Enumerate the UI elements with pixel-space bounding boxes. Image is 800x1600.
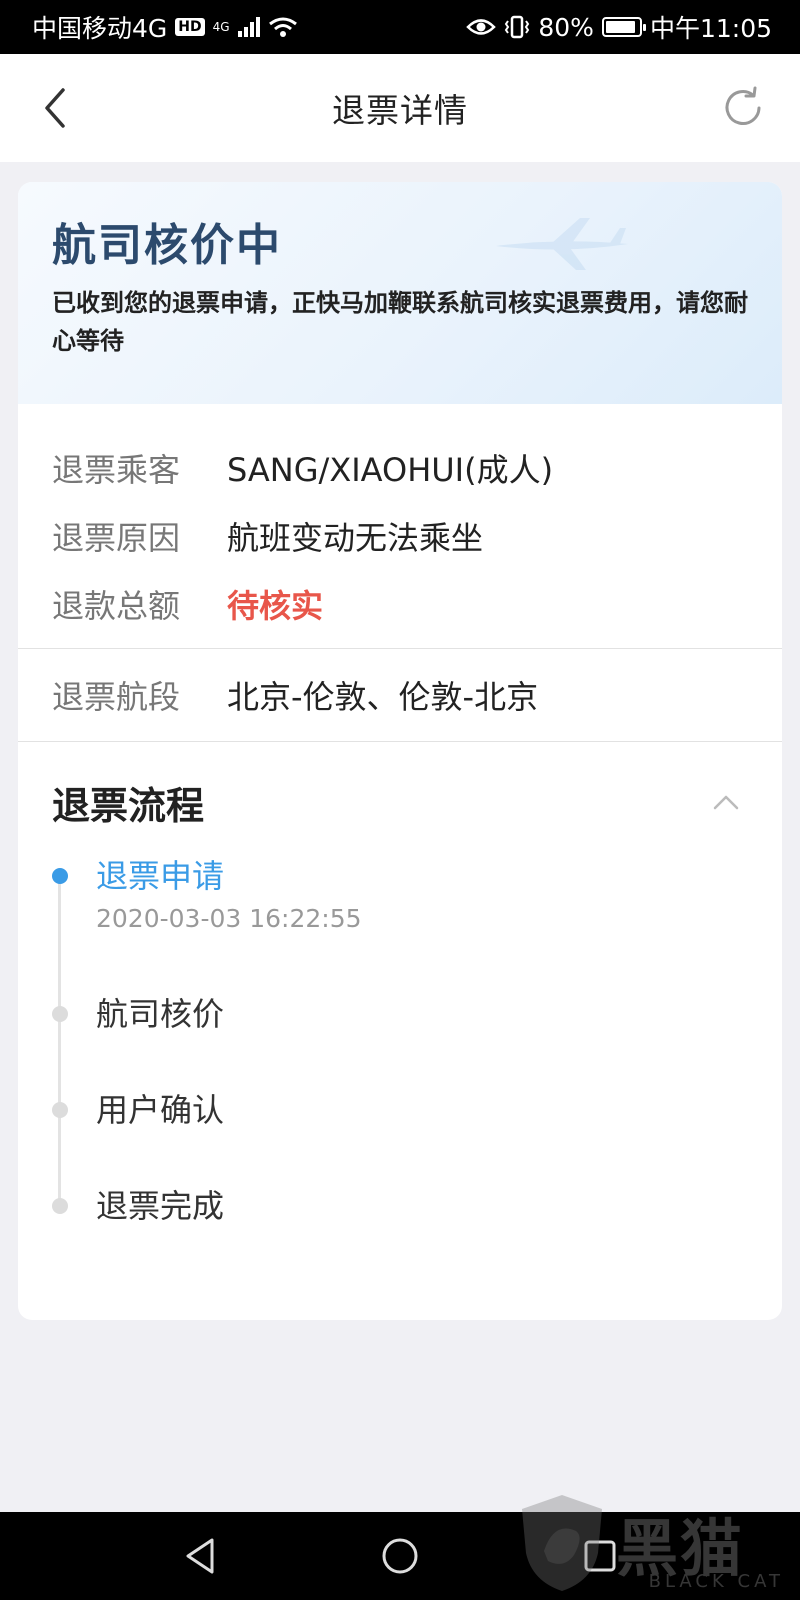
refund-segment: 北京-伦敦、伦敦-北京 (227, 678, 539, 716)
status-bar: 中国移动4G HD 4G 80% 中午11:05 (0, 0, 800, 54)
step-time: 2020-03-03 16:22:55 (96, 904, 362, 933)
refund-timeline: 退票申请 2020-03-03 16:22:55 航司核价 用户确认 退票完成 (18, 854, 782, 1244)
signal-icon (237, 17, 260, 37)
process-title: 退票流程 (52, 783, 205, 828)
segment-section: 退票航段 北京-伦敦、伦敦-北京 (18, 649, 782, 741)
nav-back-button[interactable] (170, 1526, 230, 1586)
refresh-button[interactable] (716, 82, 770, 134)
info-label: 退票原因 (52, 519, 181, 557)
page-title: 退票详情 (332, 91, 468, 130)
timeline-step: 退票申请 2020-03-03 16:22:55 (52, 854, 782, 992)
timeline-line (58, 880, 61, 1210)
vibrate-icon (505, 15, 530, 39)
collapse-button[interactable] (704, 780, 748, 824)
status-banner: 航司核价中 已收到您的退票申请，正快马加鞭联系航司核实退票费用，请您耐心等待 (18, 182, 782, 404)
circle-home-icon (382, 1538, 418, 1574)
back-button[interactable] (30, 82, 80, 134)
process-header[interactable]: 退票流程 (18, 742, 782, 832)
step-label: 用户确认 (96, 1091, 225, 1129)
step-label: 航司核价 (96, 995, 225, 1033)
refund-amount-status: 待核实 (227, 587, 324, 625)
airplane-icon (496, 218, 628, 270)
step-label: 退票申请 (96, 857, 225, 895)
info-row-reason: 退票原因 航班变动无法乘坐 (52, 502, 748, 570)
chevron-up-icon (713, 795, 739, 810)
watermark: 黑猫 BLACK CAT (514, 1488, 794, 1598)
watermark-sub-text: BLACK CAT (648, 1571, 784, 1592)
timeline-step: 退票完成 (52, 1184, 782, 1244)
info-row-segment: 退票航段 北京-伦敦、伦敦-北京 (52, 661, 748, 729)
passenger-name: SANG/XIAOHUI(成人) (227, 451, 554, 489)
timeline-step: 航司核价 (52, 992, 782, 1088)
refund-detail-card: 航司核价中 已收到您的退票申请，正快马加鞭联系航司核实退票费用，请您耐心等待 退… (18, 182, 782, 1320)
info-row-amount: 退款总额 待核实 (52, 570, 748, 638)
battery-icon (601, 17, 646, 37)
triangle-back-icon (186, 1538, 214, 1574)
hd-badge: HD (175, 18, 205, 36)
cat-shield-icon (522, 1495, 602, 1591)
refund-reason: 航班变动无法乘坐 (227, 519, 484, 557)
carrier-text: 中国移动4G (32, 14, 168, 43)
refund-info-section: 退票乘客 SANG/XIAOHUI(成人) 退票原因 航班变动无法乘坐 退款总额… (18, 404, 782, 648)
timeline-step: 用户确认 (52, 1088, 782, 1184)
eye-icon (466, 19, 497, 35)
nav-home-button[interactable] (370, 1526, 430, 1586)
status-right: 80% 中午11:05 (466, 9, 772, 45)
info-label: 退票航段 (52, 678, 181, 716)
back-arrow-icon (45, 88, 65, 128)
step-label: 退票完成 (96, 1187, 225, 1225)
status-description: 已收到您的退票申请，正快马加鞭联系航司核实退票费用，请您耐心等待 (52, 289, 748, 355)
step-dot (52, 1006, 68, 1022)
battery-percent: 80% (538, 12, 594, 42)
network-type: 4G (212, 20, 230, 34)
status-left: 中国移动4G HD 4G (32, 9, 298, 45)
refresh-icon (725, 86, 761, 125)
info-row-passenger: 退票乘客 SANG/XIAOHUI(成人) (52, 434, 748, 502)
status-title: 航司核价中 (52, 220, 282, 271)
step-dot (52, 1198, 68, 1214)
info-label: 退票乘客 (52, 451, 181, 489)
clock-text: 中午11:05 (649, 14, 772, 43)
nav-header: 退票详情 (0, 54, 800, 162)
step-dot (52, 1102, 68, 1118)
info-label: 退款总额 (52, 587, 181, 625)
wifi-icon (268, 17, 297, 37)
step-dot-active (52, 868, 68, 884)
